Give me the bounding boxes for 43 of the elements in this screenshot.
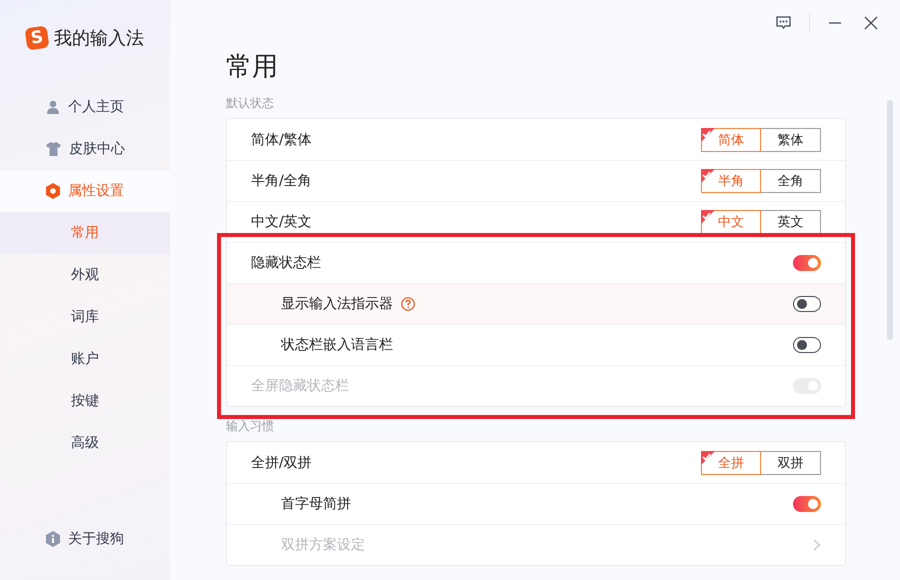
sidebar-subitem[interactable]: 高级: [0, 422, 170, 464]
info-icon: [46, 531, 60, 547]
setting-label: 显示输入法指示器: [281, 295, 393, 313]
section-title: 默认状态: [226, 95, 275, 112]
sidebar-subitem[interactable]: 外观: [0, 254, 170, 296]
segment-option[interactable]: 繁体: [761, 128, 821, 152]
check-corner-icon: [701, 210, 715, 224]
setting-label: 中文/英文: [251, 213, 312, 231]
check-corner-icon: [701, 169, 715, 183]
setting-label: 首字母简拼: [281, 495, 351, 513]
sidebar-subitem[interactable]: 词库: [0, 296, 170, 338]
help-icon[interactable]: [401, 297, 415, 311]
hexagon-icon: [46, 183, 60, 199]
chat-icon[interactable]: [776, 16, 791, 30]
segment-option[interactable]: 双拼: [761, 450, 821, 474]
segment-option[interactable]: 英文: [761, 210, 821, 234]
shirt-icon: [46, 142, 61, 156]
setting-label: 半角/全角: [251, 172, 312, 190]
toggle-switch[interactable]: [793, 496, 821, 512]
sidebar-subitem[interactable]: 账户: [0, 338, 170, 380]
sidebar-item[interactable]: 个人主页: [0, 86, 170, 128]
check-corner-icon: [701, 450, 715, 464]
setting-label: 双拼方案设定: [281, 536, 365, 554]
page-title: 常用: [226, 51, 279, 84]
segment-option[interactable]: 全角: [761, 169, 821, 193]
setting-label: 状态栏嵌入语言栏: [281, 336, 393, 354]
setting-label: 隐藏状态栏: [251, 254, 321, 272]
check-corner-icon: [701, 128, 715, 142]
app-title: 我的输入法: [54, 27, 144, 50]
person-icon: [46, 100, 60, 114]
scrollbar[interactable]: [887, 100, 893, 340]
setting-label: 全拼/双拼: [251, 454, 312, 472]
about-link[interactable]: 关于搜狗: [0, 530, 170, 548]
close-icon[interactable]: [864, 16, 878, 30]
sidebar-subitem[interactable]: 按键: [0, 380, 170, 422]
sidebar-item[interactable]: 皮肤中心: [0, 128, 170, 170]
app-logo: S: [24, 26, 50, 50]
toggle-switch[interactable]: [793, 255, 821, 271]
section-title: 输入习惯: [226, 418, 275, 435]
toggle-switch[interactable]: [793, 337, 821, 353]
setting-label: 简体/繁体: [251, 130, 312, 148]
toggle-switch[interactable]: [793, 296, 821, 312]
setting-label: 全屏隐藏状态栏: [251, 377, 349, 395]
